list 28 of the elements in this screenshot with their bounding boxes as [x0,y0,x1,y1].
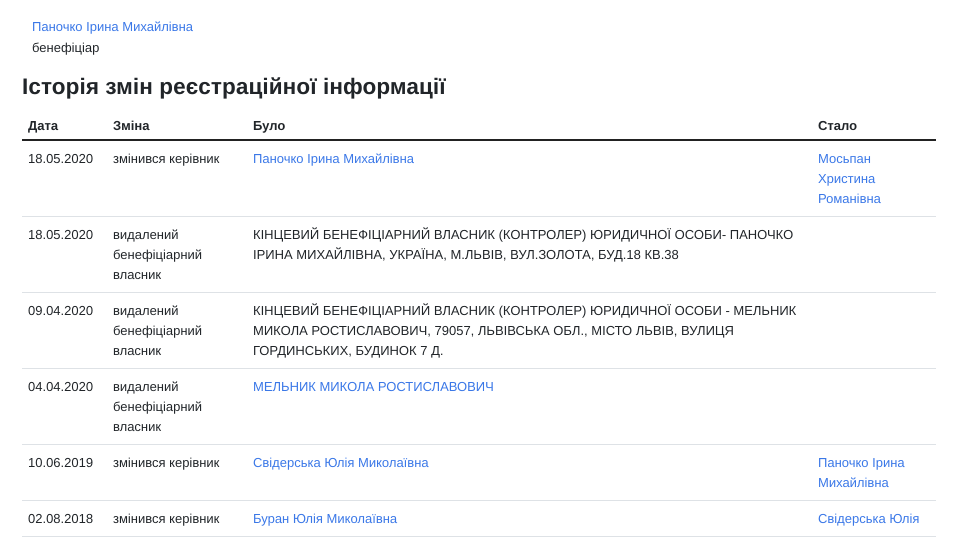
change-text: змінився керівник [113,151,220,166]
column-header: Стало [818,118,858,133]
person-link[interactable]: Буран Юлія Миколаївна [253,509,806,529]
change-text: видалений бенефіціарний власник [113,227,202,282]
person-link[interactable]: Мосьпан Христина Романівна [818,149,930,209]
section-heading: Історія змін реєстраційної інформації [22,74,447,100]
date-text: 09.04.2020 [28,303,94,318]
person-link[interactable]: Паночко Ірина Михайлівна [253,149,806,169]
role-label: бенефіціар [32,39,100,57]
column-header: Зміна [113,118,150,133]
date-text: 18.05.2020 [28,151,94,166]
change-text: змінився керівник [113,455,220,470]
column-header: Було [253,118,286,133]
column-header: Дата [28,118,58,133]
person-link[interactable]: Паночко Ірина Михайлівна [818,453,930,493]
date-text: 04.04.2020 [28,379,94,394]
person-link[interactable]: МЕЛЬНИК МИКОЛА РОСТИСЛАВОВИЧ [253,377,806,397]
record-text: КІНЦЕВИЙ БЕНЕФІЦІАРНИЙ ВЛАСНИК (КОНТРОЛЕР) ЮРИДИЧНОЇ ОСОБИ- ПАНОЧКО ІРИНА МИХАЙЛІВНА, УКРАЇНА, М.ЛЬВІВ, ВУЛ.ЗОЛОТА, БУД.18 КВ.38 [253,227,794,262]
change-text: видалений бенефіціарний власник [113,379,202,434]
person-link[interactable]: Свідерська Юлія [818,509,930,529]
person-link[interactable]: Свідерська Юлія Миколаївна [253,453,806,473]
change-text: змінився керівник [113,511,220,526]
change-text: видалений бенефіціарний власник [113,303,202,358]
date-text: 10.06.2019 [28,455,94,470]
record-text: КІНЦЕВИЙ БЕНЕФІЦІАРНИЙ ВЛАСНИК (КОНТРОЛЕР) ЮРИДИЧНОЇ ОСОБИ - МЕЛЬНИК МИКОЛА РОСТИСЛАВОВИЧ, 79057, ЛЬВІВСЬКА ОБЛ., МІСТО ЛЬВІВ, ВУЛИЦЯ ГОРДИНСЬКИХ, БУДИНОК 7 Д. [253,303,796,358]
date-text: 18.05.2020 [28,227,94,242]
date-text: 02.08.2018 [28,511,94,526]
person-link[interactable]: Паночко Ірина Михайлівна [32,16,193,37]
